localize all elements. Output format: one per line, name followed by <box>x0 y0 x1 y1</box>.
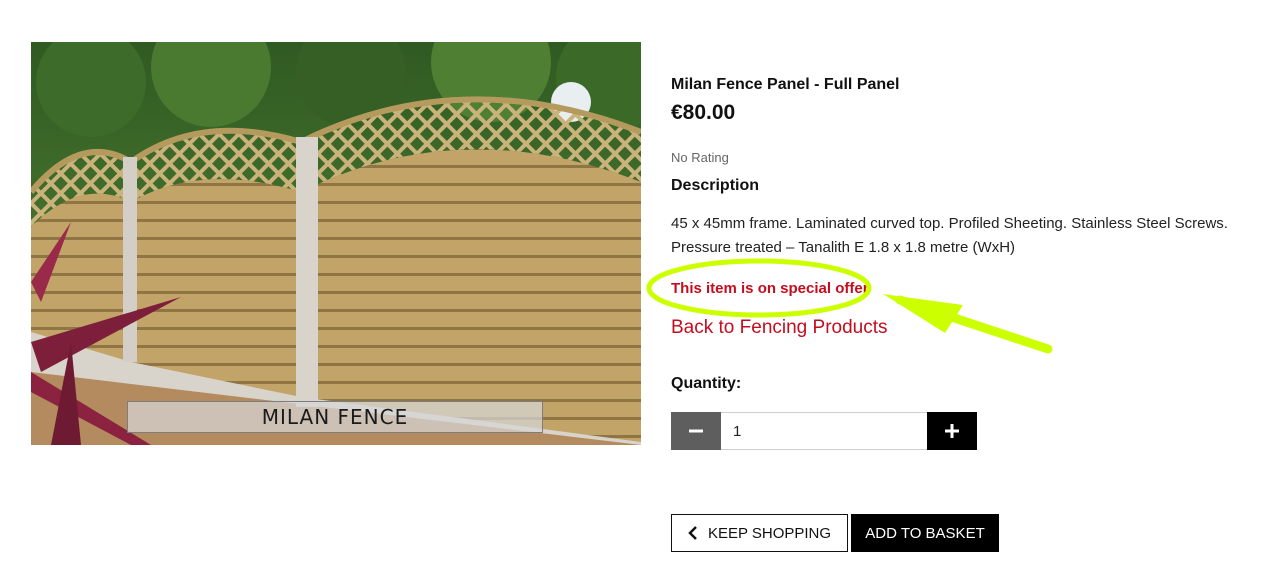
chevron-left-icon <box>688 526 697 540</box>
product-rating: No Rating <box>671 150 729 165</box>
keep-shopping-label: KEEP SHOPPING <box>707 524 832 542</box>
image-caption: MILAN FENCE <box>127 401 543 433</box>
description-text: 45 x 45mm frame. Laminated curved top. P… <box>671 215 1228 256</box>
quantity-decrease-button[interactable] <box>671 412 721 450</box>
product-price: €80.00 <box>671 101 736 124</box>
quantity-input[interactable] <box>721 412 927 450</box>
product-title: Milan Fence Panel - Full Panel <box>671 76 900 93</box>
fence-photo <box>31 42 641 445</box>
back-to-fencing-link[interactable]: Back to Fencing Products <box>671 317 888 339</box>
plus-icon <box>945 424 959 438</box>
quantity-label: Quantity: <box>671 375 742 392</box>
quantity-increase-button[interactable] <box>927 412 977 450</box>
product-image: MILAN FENCE <box>31 42 641 445</box>
special-offer-text: This item is on special offer <box>671 280 869 297</box>
add-to-basket-button[interactable]: ADD TO BASKET <box>851 514 999 552</box>
action-buttons: KEEP SHOPPING ADD TO BASKET <box>671 514 999 552</box>
minus-icon <box>689 429 703 433</box>
description-heading: Description <box>671 177 760 194</box>
keep-shopping-button[interactable]: KEEP SHOPPING <box>671 514 848 552</box>
quantity-stepper <box>671 412 977 450</box>
highlight-annotation <box>646 258 1053 354</box>
